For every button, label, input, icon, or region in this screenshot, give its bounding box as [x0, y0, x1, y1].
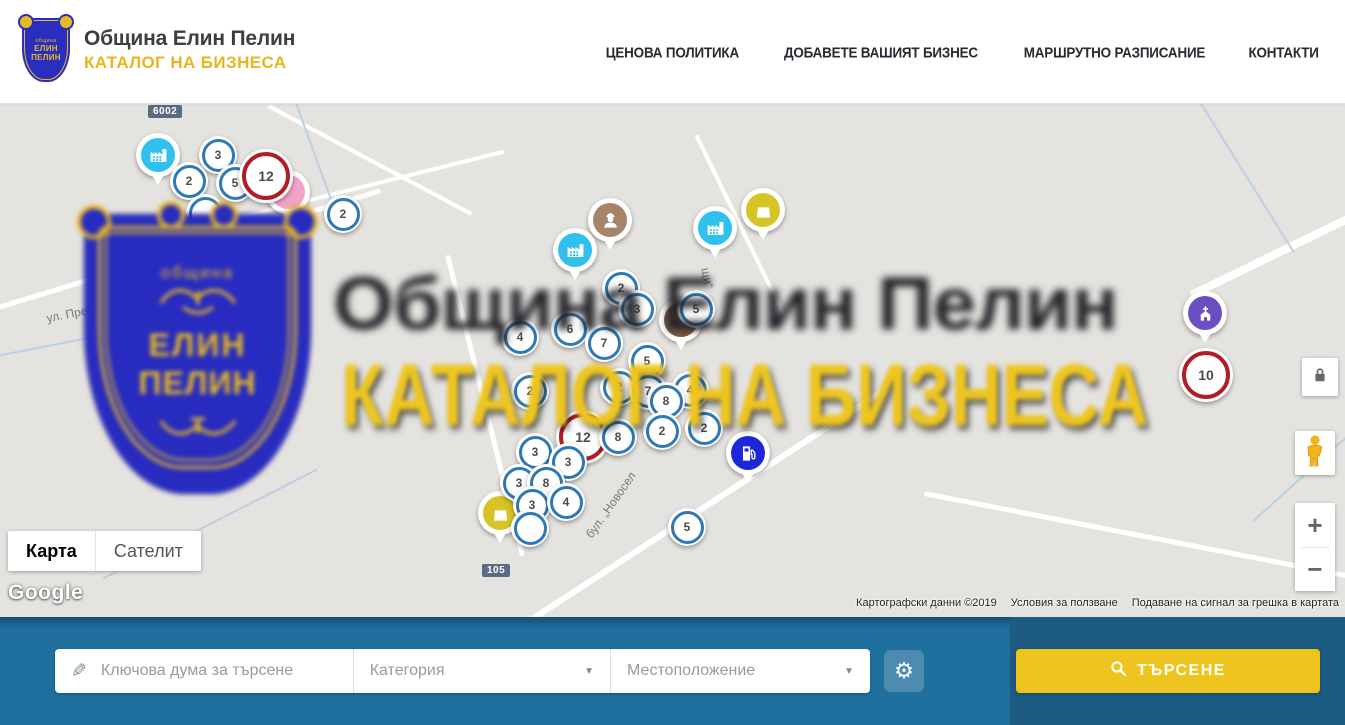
site-title: Община Елин Пелин [84, 27, 295, 51]
pin-worker[interactable] [588, 198, 632, 242]
crest-ornament-icon [85, 411, 310, 446]
google-logo[interactable]: Google [8, 581, 83, 605]
crest-line1: ЕЛИН [85, 327, 310, 364]
nav-item-route-schedule[interactable]: МАРШРУТНО РАЗПИСАНИЕ [1024, 43, 1205, 60]
pin-church[interactable] [1183, 291, 1227, 335]
pin-factory[interactable] [693, 206, 737, 250]
cluster-count: 12 [242, 152, 290, 200]
lock-icon [1310, 364, 1330, 391]
pin-bag[interactable] [741, 188, 785, 232]
cluster-marker[interactable]: 4 [547, 483, 585, 521]
advanced-settings-button[interactable]: ⚙ [884, 650, 924, 692]
road-badge-105: 105 [482, 564, 510, 577]
gear-icon: ⚙ [894, 658, 914, 684]
factory-icon [698, 211, 732, 245]
logo-text: Община Елин Пелин КАТАЛОГ НА БИЗНЕСА [84, 27, 295, 73]
search-button-label: ТЪРСЕНЕ [1137, 662, 1226, 680]
nav-item-add-business[interactable]: ДОБАВЕТЕ ВАШИЯТ БИЗНЕС [784, 43, 978, 60]
factory-icon [141, 138, 175, 172]
map-type-control: Карта Сателит [8, 531, 201, 571]
satellite-tab-button[interactable]: Сателит [95, 531, 201, 571]
map-tab-button[interactable]: Карта [8, 531, 95, 571]
watermark-crest: община ЕЛИН ПЕЛИН [85, 215, 310, 493]
water-line [1145, 103, 1295, 253]
keyword-input[interactable] [99, 661, 337, 681]
search-form: ✎ Категория ▼ Местоположение ▼ [55, 649, 870, 693]
street-view-lock-button[interactable] [1302, 358, 1338, 396]
pegman-icon [1304, 434, 1326, 473]
attribution-copyright: Картографски данни ©2019 [856, 597, 997, 609]
cluster-marker[interactable]: 10 [1179, 348, 1233, 402]
watermark-subtitle: КАТАЛОГ НА БИЗНЕСА [341, 346, 1148, 446]
chevron-down-icon: ▼ [844, 666, 854, 677]
chevron-down-icon: ▼ [584, 666, 594, 677]
nav-item-contacts[interactable]: КОНТАКТИ [1248, 43, 1318, 60]
watermark-title: Община Елин Пелин [333, 261, 1118, 347]
pegman-button[interactable] [1295, 431, 1335, 475]
zoom-in-button[interactable]: + [1295, 503, 1335, 547]
crest-ornament-icon [85, 283, 310, 322]
terms-link[interactable]: Условия за ползване [1011, 597, 1118, 609]
map-attribution: Картографски данни ©2019 Условия за полз… [856, 597, 1339, 609]
crest-line2: ПЕЛИН [85, 365, 310, 402]
site-subtitle: КАТАЛОГ НА БИЗНЕСА [84, 53, 295, 73]
page: община ЕЛИН ПЕЛИН Община Елин Пелин КАТА… [0, 0, 1345, 725]
crest-top-text: община [85, 263, 310, 283]
search-bar: ✎ Категория ▼ Местоположение ▼ ⚙ ТЪРСЕНЕ [0, 617, 1345, 725]
location-select[interactable]: Местоположение ▼ [611, 649, 870, 693]
pencil-icon: ✎ [71, 660, 87, 683]
report-error-link[interactable]: Подаване на сигнал за грешка в картата [1132, 597, 1339, 609]
site-logo[interactable]: община ЕЛИН ПЕЛИН Община Елин Пелин КАТА… [22, 18, 295, 82]
cluster-count: 2 [173, 165, 206, 198]
cluster-count: 5 [671, 511, 704, 544]
zoom-control: + − [1295, 503, 1335, 591]
cluster-marker[interactable]: 12 [239, 149, 293, 203]
nav-item-pricing[interactable]: ЦЕНОВА ПОЛИТИКА [606, 43, 739, 60]
category-select-label: Категория [370, 662, 445, 680]
cluster-marker[interactable] [511, 509, 549, 547]
crest-scroll-icon [210, 201, 238, 229]
crest-line1: ЕЛИН [34, 44, 58, 53]
cluster-count: 10 [1182, 351, 1230, 399]
street-label-novosel: бул. „Новосел [583, 469, 639, 541]
main-nav: ЦЕНОВА ПОЛИТИКА ДОБАВЕТЕ ВАШИЯТ БИЗНЕС М… [603, 0, 1320, 103]
keyword-field-wrap: ✎ [55, 649, 354, 693]
zoom-out-button[interactable]: − [1295, 548, 1335, 592]
cluster-count: 4 [550, 486, 583, 519]
cluster-marker[interactable]: 5 [668, 508, 706, 546]
crest-scroll-icon [157, 201, 185, 229]
church-icon [1188, 296, 1222, 330]
cluster-count: 2 [327, 198, 360, 231]
road-badge-6002: 6002 [148, 105, 182, 118]
search-icon [1110, 660, 1127, 682]
category-select[interactable]: Категория ▼ [354, 649, 611, 693]
map-canvas[interactable]: 6002 105 ул. Преслав бул. „Новосел щи“ 3… [0, 103, 1345, 617]
site-header: община ЕЛИН ПЕЛИН Община Елин Пелин КАТА… [0, 0, 1345, 104]
cluster-count [514, 512, 547, 545]
search-button[interactable]: ТЪРСЕНЕ [1016, 649, 1320, 693]
location-select-label: Местоположение [627, 662, 755, 680]
municipality-crest-icon: община ЕЛИН ПЕЛИН [22, 18, 70, 82]
crest-line2: ПЕЛИН [31, 53, 61, 62]
cluster-marker[interactable]: 2 [324, 195, 362, 233]
bag-icon [746, 193, 780, 227]
worker-icon [593, 203, 627, 237]
road-line [924, 491, 1345, 580]
